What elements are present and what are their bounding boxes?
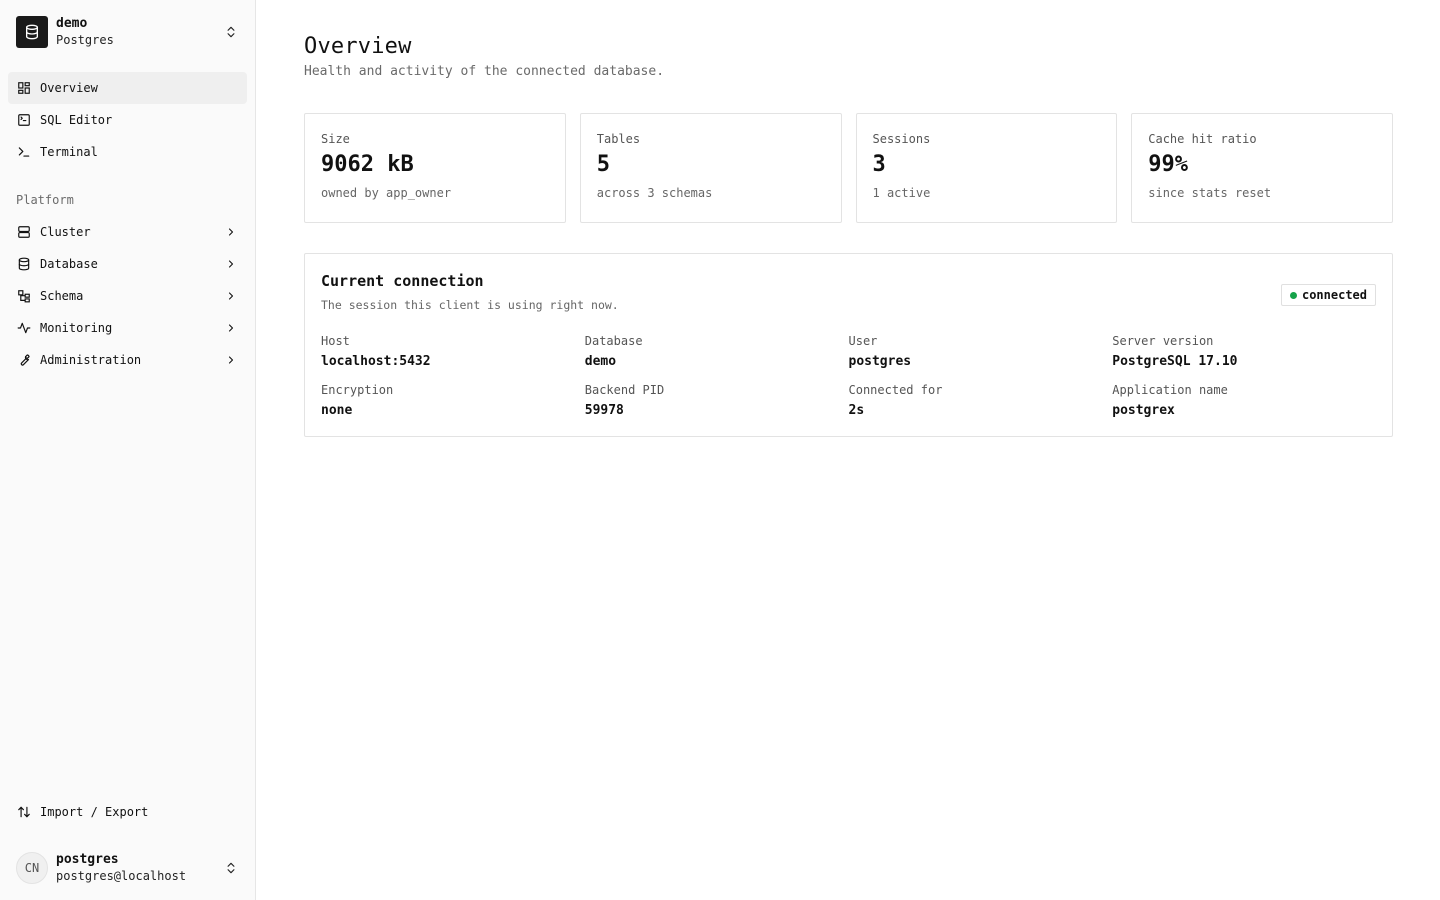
sidebar-item-monitoring[interactable]: Monitoring (8, 312, 247, 344)
chevron-right-icon (223, 288, 239, 304)
user-email: postgres@localhost (56, 869, 187, 883)
sidebar-item-label: Overview (40, 81, 98, 95)
server-icon (16, 224, 32, 240)
stat-card-size: Size 9062 kB owned by app_owner (304, 113, 566, 223)
field-value: localhost:5432 (321, 354, 431, 369)
field-value: 2s (848, 403, 865, 418)
import-export-button[interactable]: Import / Export (8, 796, 247, 828)
field-encryption: Encryption none (321, 383, 585, 418)
sidebar-item-label: Terminal (40, 145, 98, 159)
stat-sub: across 3 schemas (596, 186, 713, 200)
page-title: Overview (304, 34, 412, 59)
sidebar-item-label: Monitoring (40, 321, 113, 335)
stat-label: Cache hit ratio (1148, 132, 1257, 146)
stats-row: Size 9062 kB owned by app_owner Tables 5… (304, 113, 1393, 223)
wrench-icon (16, 352, 32, 368)
connection-subtitle: The session this client is using right n… (321, 298, 619, 312)
chevron-right-icon (223, 224, 239, 240)
stat-value: 5 (596, 152, 610, 177)
page-subtitle: Health and activity of the connected dat… (304, 64, 665, 79)
chevrons-up-down-icon (223, 24, 239, 40)
schema-tree-icon (16, 288, 32, 304)
section-label-platform: Platform (16, 193, 74, 207)
field-label: Connected for (848, 383, 943, 397)
field-label: Encryption (321, 383, 394, 397)
status-badge: connected (1280, 284, 1376, 306)
activity-icon (16, 320, 32, 336)
field-value: PostgreSQL 17.10 (1112, 354, 1238, 369)
stat-label: Sessions (872, 132, 931, 146)
user-name: postgres (56, 852, 119, 867)
sidebar-item-label: Administration (40, 353, 142, 367)
arrows-up-down-icon (16, 804, 32, 820)
database-type: Postgres (56, 33, 114, 47)
import-export-label: Import / Export (40, 805, 149, 819)
field-label: Host (321, 334, 350, 348)
chevron-right-icon (223, 256, 239, 272)
database-icon (16, 16, 48, 48)
sidebar-item-label: SQL Editor (40, 113, 113, 127)
status-dot-icon (1289, 291, 1297, 299)
sidebar-item-database[interactable]: Database (8, 248, 247, 280)
sidebar-item-overview[interactable]: Overview (8, 72, 247, 104)
stat-value: 3 (872, 152, 886, 177)
user-menu[interactable]: CN postgres postgres@localhost (8, 836, 247, 900)
sidebar-footer: Import / Export CN postgres postgres@loc… (8, 796, 247, 900)
status-text: connected (1301, 288, 1367, 302)
stat-label: Size (321, 132, 350, 146)
stat-card-cache-hit-ratio: Cache hit ratio 99% since stats reset (1131, 113, 1393, 223)
stat-card-sessions: Sessions 3 1 active (855, 113, 1118, 223)
field-value: none (321, 403, 353, 418)
stat-value: 9062 kB (321, 152, 414, 177)
database-switcher[interactable]: demo Postgres (8, 0, 247, 64)
field-value: demo (584, 354, 617, 369)
terminal-prompt-icon (16, 144, 32, 160)
primary-nav: Overview SQL Editor Terminal Platform Cl… (8, 72, 247, 376)
avatar: CN (16, 852, 48, 884)
field-database: Database demo (585, 334, 849, 369)
square-terminal-icon (16, 112, 32, 128)
field-label: Application name (1112, 383, 1228, 397)
sidebar-item-cluster[interactable]: Cluster (8, 216, 247, 248)
field-label: Server version (1112, 334, 1214, 348)
field-label: User (848, 334, 878, 348)
sidebar-item-sql-editor[interactable]: SQL Editor (8, 104, 247, 136)
field-server-version: Server version PostgreSQL 17.10 (1112, 334, 1376, 369)
layout-grid-icon (16, 80, 32, 96)
sidebar-item-schema[interactable]: Schema (8, 280, 247, 312)
database-name: demo (56, 16, 88, 31)
sidebar-item-label: Schema (40, 289, 84, 303)
sidebar-item-terminal[interactable]: Terminal (8, 136, 247, 168)
connection-title: Current connection (321, 272, 484, 290)
stat-value: 99% (1148, 152, 1188, 177)
field-label: Database (584, 334, 643, 348)
chevron-right-icon (223, 352, 239, 368)
stat-card-tables: Tables 5 across 3 schemas (579, 113, 842, 223)
chevrons-up-down-icon (223, 860, 239, 876)
field-host: Host localhost:5432 (321, 334, 585, 369)
stat-label: Tables (596, 132, 641, 146)
field-application-name: Application name postgrex (1112, 383, 1376, 418)
sidebar: demo Postgres Overview SQL Editor Termin… (0, 0, 256, 900)
field-connected-for: Connected for 2s (849, 383, 1113, 418)
current-connection-card: Current connection The session this clie… (304, 253, 1393, 437)
sidebar-item-label: Cluster (40, 225, 91, 239)
database-icon (16, 256, 32, 272)
sidebar-item-administration[interactable]: Administration (8, 344, 247, 376)
field-value: 59978 (584, 403, 624, 418)
field-label: Backend PID (584, 383, 665, 397)
field-user: User postgres (849, 334, 1113, 369)
connection-fields: Host localhost:5432 Database demo User p… (321, 334, 1376, 418)
field-value: postgres (848, 354, 912, 369)
sidebar-item-label: Database (40, 257, 98, 271)
stat-sub: owned by app_owner (321, 186, 452, 200)
field-value: postgrex (1112, 403, 1175, 418)
chevron-right-icon (223, 320, 239, 336)
stat-sub: 1 active (872, 186, 931, 200)
stat-sub: since stats reset (1148, 186, 1272, 200)
main-content: Overview Health and activity of the conn… (256, 0, 1440, 900)
field-backend-pid: Backend PID 59978 (585, 383, 849, 418)
